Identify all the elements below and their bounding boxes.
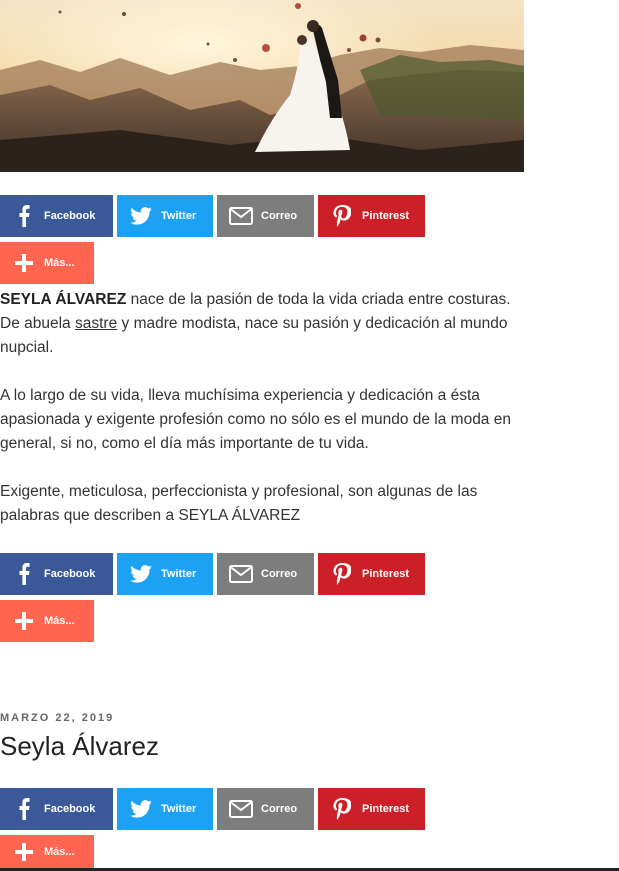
share-email-label: Correo: [261, 210, 298, 222]
share-twitter-label: Twitter: [161, 210, 197, 222]
share-facebook-button[interactable]: Facebook: [0, 195, 113, 237]
share-bar-3: Facebook Twitter Correo Pinterest: [0, 788, 425, 830]
pinterest-icon: [328, 795, 356, 823]
facebook-icon: [10, 795, 38, 823]
facebook-icon: [10, 560, 38, 588]
article-paragraph-1: SEYLA ÁLVAREZ nace de la pasión de toda …: [0, 288, 524, 360]
share-bar-3-more: Más...: [0, 835, 94, 868]
pinterest-icon: [328, 202, 356, 230]
share-more-label: Más...: [44, 615, 75, 627]
share-bar-1-more: Más...: [0, 242, 94, 284]
share-twitter-button[interactable]: Twitter: [117, 195, 213, 237]
share-twitter-label: Twitter: [161, 568, 197, 580]
share-email-button[interactable]: Correo: [217, 788, 314, 830]
brand-name: SEYLA ÁLVAREZ: [0, 291, 127, 308]
plus-icon: [10, 607, 38, 635]
share-bar-1: Facebook Twitter Correo Pinterest: [0, 195, 425, 237]
share-more-button[interactable]: Más...: [0, 835, 94, 868]
pinterest-icon: [328, 560, 356, 588]
share-email-label: Correo: [261, 803, 298, 815]
share-twitter-label: Twitter: [161, 803, 197, 815]
email-icon: [227, 202, 255, 230]
share-email-button[interactable]: Correo: [217, 195, 314, 237]
share-pinterest-button[interactable]: Pinterest: [318, 195, 425, 237]
share-more-button[interactable]: Más...: [0, 600, 94, 642]
share-facebook-label: Facebook: [44, 803, 96, 815]
share-email-button[interactable]: Correo: [217, 553, 314, 595]
share-email-label: Correo: [261, 568, 298, 580]
share-pinterest-label: Pinterest: [362, 803, 410, 815]
article-paragraph-3: Exigente, meticulosa, perfeccionista y p…: [0, 483, 478, 524]
share-facebook-label: Facebook: [44, 568, 96, 580]
hero-image: [0, 0, 524, 172]
share-pinterest-label: Pinterest: [362, 568, 410, 580]
share-bar-2-more: Más...: [0, 600, 94, 642]
wedding-photo: [0, 0, 524, 172]
email-icon: [227, 560, 255, 588]
share-twitter-button[interactable]: Twitter: [117, 553, 213, 595]
share-facebook-button[interactable]: Facebook: [0, 788, 113, 830]
share-bar-2: Facebook Twitter Correo Pinterest: [0, 553, 425, 595]
share-twitter-button[interactable]: Twitter: [117, 788, 213, 830]
share-more-label: Más...: [44, 845, 75, 858]
share-more-label: Más...: [44, 257, 75, 269]
plus-icon: [10, 838, 38, 866]
share-facebook-button[interactable]: Facebook: [0, 553, 113, 595]
plus-icon: [10, 249, 38, 277]
post-title[interactable]: Seyla Álvarez: [0, 731, 159, 762]
article-paragraph-2: A lo largo de su vida, lleva muchísima e…: [0, 387, 511, 452]
article-body: SEYLA ÁLVAREZ nace de la pasión de toda …: [0, 288, 524, 528]
share-pinterest-label: Pinterest: [362, 210, 410, 222]
share-more-button[interactable]: Más...: [0, 242, 94, 284]
share-pinterest-button[interactable]: Pinterest: [318, 788, 425, 830]
email-icon: [227, 795, 255, 823]
sastre-link[interactable]: sastre: [75, 315, 117, 332]
share-pinterest-button[interactable]: Pinterest: [318, 553, 425, 595]
twitter-icon: [127, 202, 155, 230]
twitter-icon: [127, 560, 155, 588]
twitter-icon: [127, 795, 155, 823]
post-date[interactable]: MARZO 22, 2019: [0, 712, 114, 724]
share-facebook-label: Facebook: [44, 210, 96, 222]
facebook-icon: [10, 202, 38, 230]
